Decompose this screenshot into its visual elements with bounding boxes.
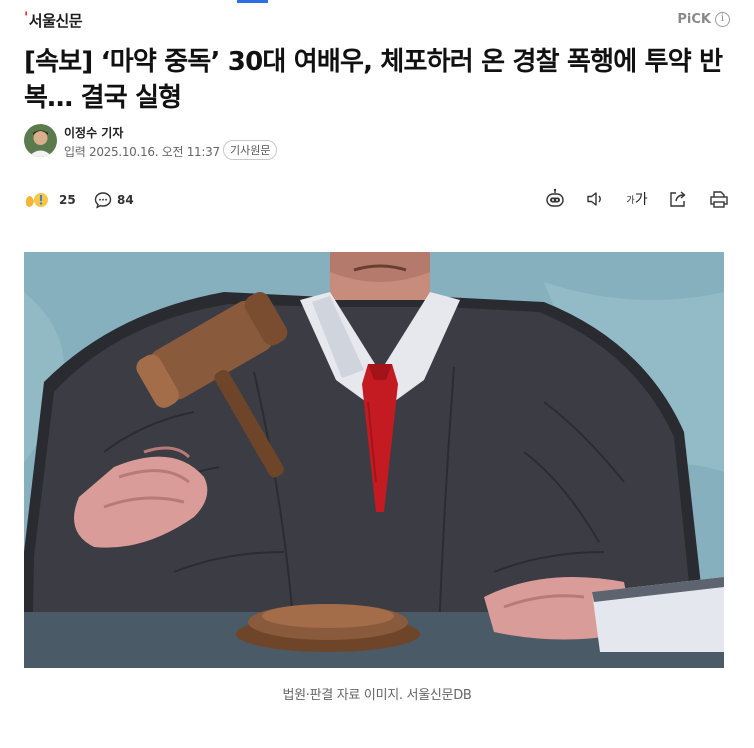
article-headline: [속보] ‘마약 중독’ 30대 여배우, 체포하러 온 경찰 폭행에 투약 반…	[24, 47, 723, 113]
comment-count: 84	[117, 193, 134, 207]
pick-label: PiCK	[677, 12, 711, 27]
article-header: '서울신문 PiCK i	[24, 10, 730, 34]
logo-mark-icon: '	[24, 10, 28, 26]
pick-badge[interactable]: PiCK i	[677, 12, 730, 27]
print-icon[interactable]	[708, 188, 730, 210]
audio-icon[interactable]	[585, 188, 607, 210]
article-action-bar: 25 84 가가	[24, 188, 730, 218]
font-size-icon[interactable]: 가가	[626, 188, 648, 210]
active-tab-indicator	[237, 0, 268, 3]
info-icon[interactable]: i	[715, 12, 730, 27]
byline: 이정수 기자 입력 2025.10.16. 오전 11:37 기사원문	[24, 124, 424, 160]
comment-button[interactable]: 84	[94, 191, 134, 209]
summary-bot-icon[interactable]	[544, 188, 566, 210]
publish-date: 입력 2025.10.16. 오전 11:37	[64, 145, 220, 159]
photo-caption: 법원·판결 자료 이미지. 서울신문DB	[282, 688, 472, 703]
press-logo[interactable]: '서울신문	[24, 10, 83, 31]
article-tools: 가가	[544, 188, 730, 210]
original-article-button[interactable]: 기사원문	[223, 140, 278, 160]
reaction-button[interactable]: 25	[24, 191, 76, 209]
comment-icon	[94, 192, 112, 209]
reporter-avatar[interactable]	[24, 124, 57, 157]
font-size-small-label: 가	[626, 195, 635, 206]
article-photo	[24, 252, 724, 668]
reaction-count: 25	[59, 193, 76, 207]
share-icon[interactable]	[667, 188, 689, 210]
reaction-icon	[25, 193, 48, 207]
font-size-large-label: 가	[634, 192, 648, 208]
press-name: 서울신문	[28, 12, 83, 30]
reporter-name[interactable]: 이정수 기자	[64, 124, 123, 141]
